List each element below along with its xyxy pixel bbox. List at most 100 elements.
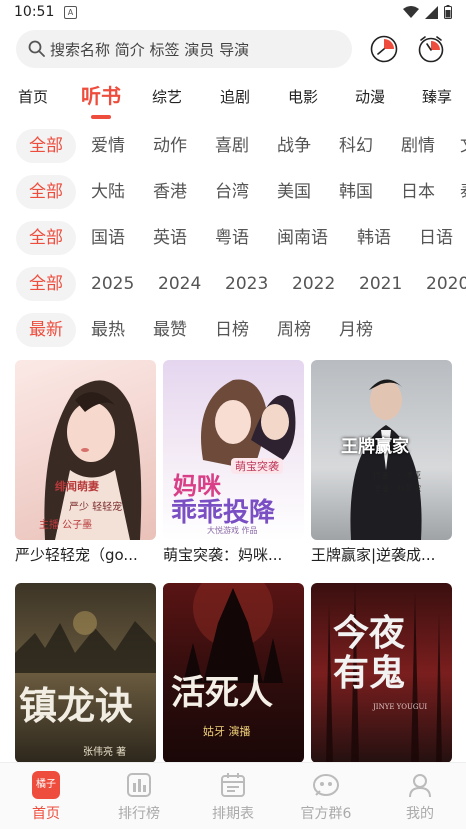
timer-icon[interactable] xyxy=(416,34,446,64)
cover-text: 活死人 xyxy=(171,673,273,713)
chip-year[interactable]: 2025 xyxy=(91,267,134,301)
chip-language[interactable]: 闽南语 xyxy=(277,221,328,255)
bar-chart-icon xyxy=(127,773,151,797)
active-tab-indicator xyxy=(91,115,111,119)
chip-language[interactable]: 英语 xyxy=(153,221,187,255)
bottom-nav-label: 首页 xyxy=(32,806,60,822)
cover-text: 镇龙诀 xyxy=(19,683,134,728)
chip-sort[interactable]: 月榜 xyxy=(339,313,373,347)
bottom-nav-label: 官方群6 xyxy=(300,806,352,822)
cover-text: 演播：秋意浓 xyxy=(373,484,421,493)
tab-variety[interactable]: 综艺 xyxy=(152,86,182,107)
status-bar: 10:51 A xyxy=(0,0,466,26)
chip-region[interactable]: 韩国 xyxy=(339,175,373,209)
cover-image: 活死人 姑牙 演播 xyxy=(163,583,304,763)
card-title: 萌宝突袭：妈咪... xyxy=(163,546,283,564)
chip-genre[interactable]: 爱情 xyxy=(91,129,125,163)
cover-text: 张伟亮 著 xyxy=(83,747,127,758)
logo-badge-text: 橘子 xyxy=(36,779,56,790)
cover-text: 乖乖投降 xyxy=(171,498,276,528)
filter-row-year: 全部 2025 2024 2023 2022 2021 2020 xyxy=(0,267,466,301)
chip-year[interactable]: 2020 xyxy=(426,267,466,301)
chip-sort[interactable]: 日榜 xyxy=(215,313,249,347)
bottom-nav-schedule[interactable]: 排期表 xyxy=(193,763,273,829)
tab-audiobook[interactable]: 听书 xyxy=(81,80,121,109)
user-icon xyxy=(409,774,431,798)
chip-region[interactable]: 泰 xyxy=(460,175,466,209)
chip-language[interactable]: 国语 xyxy=(91,221,125,255)
notification-icon: A xyxy=(64,6,77,19)
bottom-nav-home[interactable]: 橘子 首页 xyxy=(6,763,86,829)
status-time: 10:51 xyxy=(14,4,55,20)
chip-year[interactable]: 2022 xyxy=(292,267,335,301)
cover-image: 萌宝突袭 妈咪 乖乖投降 大悦游戏 作品 xyxy=(163,360,304,540)
cover-image: 镇龙诀 张伟亮 著 xyxy=(15,583,156,763)
chat-group-icon xyxy=(313,774,339,796)
chip-year[interactable]: 2024 xyxy=(158,267,201,301)
cover-text: 姑牙 演播 xyxy=(203,725,251,738)
cover-text: 作者：小满亚 xyxy=(373,471,421,480)
tab-home[interactable]: 首页 xyxy=(18,86,48,107)
bottom-nav-profile[interactable]: 我的 xyxy=(380,763,460,829)
chip-sort[interactable]: 最赞 xyxy=(153,313,187,347)
category-tabs: 首页 听书 综艺 追剧 电影 动漫 臻享 xyxy=(0,80,466,120)
filter-row-region: 全部 大陆 香港 台湾 美国 韩国 日本 泰 xyxy=(0,175,466,209)
battery-icon xyxy=(444,5,452,19)
chip-genre-all[interactable]: 全部 xyxy=(16,129,76,163)
cover-image: 王牌赢家 作者：小满亚 演播：秋意浓 xyxy=(311,360,452,540)
chip-year-all[interactable]: 全部 xyxy=(16,267,76,301)
chip-year[interactable]: 2023 xyxy=(225,267,268,301)
bottom-nav: 橘子 首页 排行榜 排期表 官方群6 我的 xyxy=(0,762,466,829)
chip-genre[interactable]: 战争 xyxy=(277,129,311,163)
chip-genre[interactable]: 喜剧 xyxy=(215,129,249,163)
chip-region[interactable]: 日本 xyxy=(401,175,435,209)
card-title: 严少轻轻宠（go... xyxy=(15,546,138,564)
chip-region[interactable]: 美国 xyxy=(277,175,311,209)
chip-region[interactable]: 香港 xyxy=(153,175,187,209)
orange-logo-icon: 橘子 xyxy=(32,771,60,799)
bottom-nav-ranking[interactable]: 排行榜 xyxy=(99,763,179,829)
bottom-nav-label: 我的 xyxy=(406,806,434,822)
chip-sort[interactable]: 周榜 xyxy=(277,313,311,347)
chip-language-all[interactable]: 全部 xyxy=(16,221,76,255)
chip-genre[interactable]: 剧情 xyxy=(401,129,435,163)
chip-genre[interactable]: 文 xyxy=(460,129,466,163)
signal-icon xyxy=(425,5,438,19)
history-icon[interactable] xyxy=(369,34,399,64)
cover-text: 今夜有鬼 xyxy=(333,612,406,694)
search-input[interactable]: 搜索名称 简介 标签 演员 导演 xyxy=(16,30,352,68)
filter-row-genre: 全部 爱情 动作 喜剧 战争 科幻 剧情 文 xyxy=(0,129,466,163)
cover-text: 严少 轻轻宠 xyxy=(69,502,123,513)
ruins-art xyxy=(15,611,156,673)
tab-movie[interactable]: 电影 xyxy=(288,86,318,107)
tab-anime[interactable]: 动漫 xyxy=(355,86,385,107)
bottom-nav-label: 排期表 xyxy=(212,806,254,822)
cover-text: 主播 公子墨 xyxy=(39,520,93,531)
cover-image: 今夜有鬼 JINYE YOUGUI xyxy=(311,583,452,763)
cover-text: 大悦游戏 作品 xyxy=(207,526,258,535)
cover-text: 绯闻萌妻 xyxy=(55,480,99,493)
portrait-art xyxy=(44,380,142,540)
wifi-icon xyxy=(403,5,419,18)
chip-region[interactable]: 台湾 xyxy=(215,175,249,209)
chip-language[interactable]: 日语 xyxy=(419,221,453,255)
chip-region[interactable]: 大陆 xyxy=(91,175,125,209)
tab-premium[interactable]: 臻享 xyxy=(422,86,452,107)
chip-sort-latest[interactable]: 最新 xyxy=(16,313,76,347)
chip-language[interactable]: 韩语 xyxy=(357,221,391,255)
chip-year[interactable]: 2021 xyxy=(359,267,402,301)
tab-series[interactable]: 追剧 xyxy=(220,86,250,107)
cover-text: 萌宝突袭 xyxy=(231,458,283,474)
filter-row-language: 全部 国语 英语 粤语 闽南语 韩语 日语 xyxy=(0,221,466,255)
bottom-nav-group[interactable]: 官方群6 xyxy=(286,763,366,829)
filter-row-sort: 最新 最热 最赞 日榜 周榜 月榜 xyxy=(0,313,466,347)
chip-sort[interactable]: 最热 xyxy=(91,313,125,347)
chip-language[interactable]: 粤语 xyxy=(215,221,249,255)
chip-genre[interactable]: 科幻 xyxy=(339,129,373,163)
cover-image: 绯闻萌妻 严少 轻轻宠 主播 公子墨 xyxy=(15,360,156,540)
status-icons xyxy=(403,5,452,19)
chip-genre[interactable]: 动作 xyxy=(153,129,187,163)
chip-region-all[interactable]: 全部 xyxy=(16,175,76,209)
search-placeholder: 搜索名称 简介 标签 演员 导演 xyxy=(50,41,250,59)
calendar-icon xyxy=(221,773,245,797)
